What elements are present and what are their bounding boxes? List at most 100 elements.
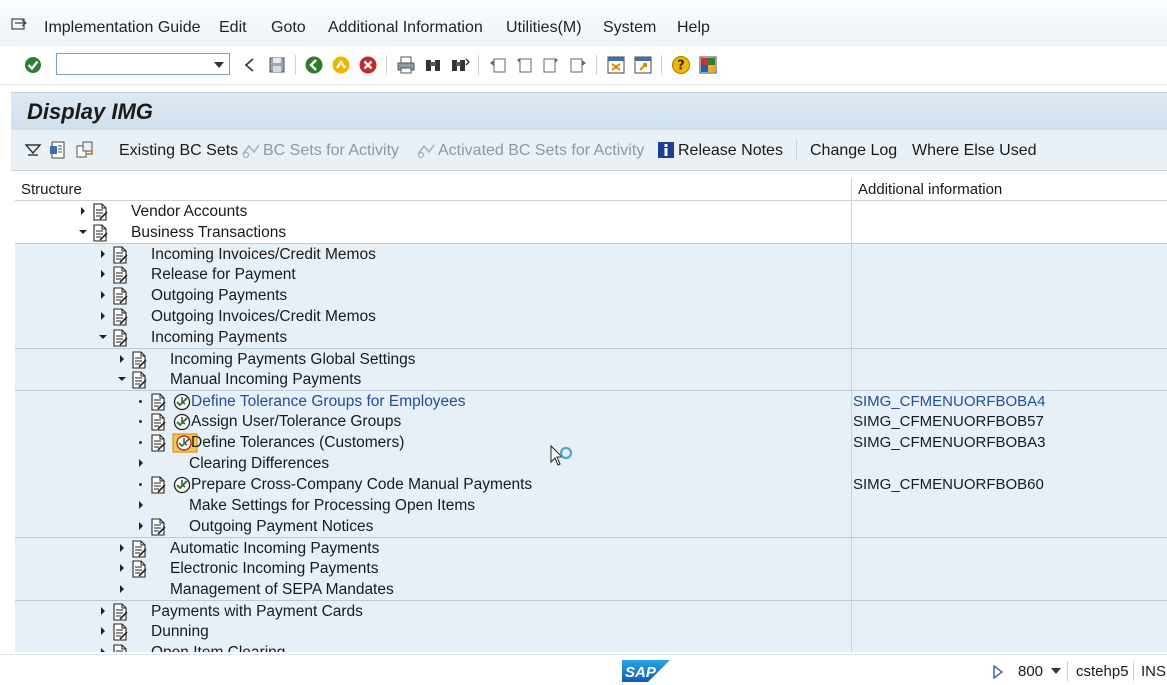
tree-row[interactable]: Dunning (15, 621, 1167, 642)
tree-row[interactable]: Assign User/Tolerance Groups SIMG_CFMENUO… (15, 411, 1167, 432)
collapse-node-icon[interactable] (79, 230, 87, 234)
previous-page-icon[interactable] (514, 55, 534, 75)
documentation-icon[interactable] (149, 413, 167, 431)
tree-node-label[interactable]: Outgoing Payments (151, 287, 287, 305)
find-next-icon[interactable] (450, 55, 470, 75)
tree-node-label[interactable]: Make Settings for Processing Open Items (189, 497, 475, 515)
menu-goto[interactable]: Goto (271, 19, 306, 37)
menu-system[interactable]: System (603, 19, 656, 37)
documentation-icon[interactable] (111, 246, 129, 264)
first-page-icon[interactable] (488, 55, 508, 75)
where-used-icon[interactable] (75, 140, 95, 160)
find-icon[interactable] (423, 55, 443, 75)
execute-activity-icon[interactable] (172, 393, 192, 411)
documentation-icon[interactable] (130, 371, 148, 389)
tree-row[interactable]: Prepare Cross-Company Code Manual Paymen… (15, 474, 1167, 495)
tree-row[interactable]: Outgoing Payments (15, 285, 1167, 306)
tree-row[interactable]: Define Tolerance Groups for Employees SIM… (15, 390, 1167, 412)
documentation-icon[interactable] (111, 644, 129, 652)
bc-sets-for-activity-button[interactable]: BC Sets for Activity (263, 142, 399, 160)
menu-implementation-guide[interactable]: Implementation Guide (44, 19, 201, 37)
documentation-icon[interactable] (49, 140, 69, 160)
menu-help[interactable]: Help (677, 19, 710, 37)
tree-node-label[interactable]: Outgoing Payment Notices (189, 518, 373, 536)
tree-node-label[interactable]: Release for Payment (151, 266, 296, 284)
tree-node-label[interactable]: Payments with Payment Cards (151, 603, 363, 621)
where-else-used-button[interactable]: Where Else Used (912, 142, 1037, 160)
status-expand-icon[interactable] (992, 665, 1004, 679)
tree-node-label[interactable]: Assign User/Tolerance Groups (191, 413, 401, 431)
last-page-icon[interactable] (568, 55, 588, 75)
tree-row[interactable]: Vendor Accounts (15, 201, 1167, 222)
documentation-icon[interactable] (111, 266, 129, 284)
tree-node-label[interactable]: Business Transactions (131, 224, 286, 242)
tree-row[interactable]: Incoming Payments (15, 327, 1167, 348)
documentation-icon[interactable] (149, 393, 167, 411)
execute-activity-icon[interactable] (172, 433, 198, 453)
chevron-down-icon[interactable] (1051, 668, 1061, 674)
documentation-icon[interactable] (111, 623, 129, 641)
expand-node-icon[interactable] (101, 627, 105, 635)
column-additional-information[interactable]: Additional information (858, 181, 1002, 198)
expand-node-icon[interactable] (101, 607, 105, 615)
documentation-icon[interactable] (149, 434, 167, 452)
help-icon[interactable]: ? (671, 55, 691, 75)
collapse-node-icon[interactable] (99, 335, 107, 339)
column-structure[interactable]: Structure (21, 181, 82, 198)
documentation-icon[interactable] (91, 224, 109, 242)
command-field[interactable] (56, 53, 230, 75)
documentation-icon[interactable] (149, 518, 167, 536)
tree-row[interactable]: Incoming Payments Global Settings (15, 348, 1167, 370)
expand-node-icon[interactable] (101, 291, 105, 299)
tree-node-label[interactable]: Incoming Invoices/Credit Memos (151, 246, 376, 264)
back-green-icon[interactable] (304, 55, 324, 75)
expand-node-icon[interactable] (101, 312, 105, 320)
back-icon[interactable] (240, 55, 260, 75)
documentation-icon[interactable] (111, 287, 129, 305)
next-page-icon[interactable] (541, 55, 561, 75)
change-log-button[interactable]: Change Log (810, 142, 897, 160)
tree-node-label[interactable]: Define Tolerance Groups for Employees (191, 393, 466, 411)
expand-node-icon[interactable] (120, 564, 124, 572)
exit-icon[interactable] (331, 55, 351, 75)
documentation-icon[interactable] (130, 560, 148, 578)
collapse-node-icon[interactable] (118, 377, 126, 381)
tree-node-label[interactable]: Outgoing Invoices/Credit Memos (151, 308, 376, 326)
execute-activity-icon[interactable] (172, 476, 192, 494)
tree-row[interactable]: Outgoing Invoices/Credit Memos (15, 306, 1167, 327)
app-menu-icon[interactable] (11, 18, 27, 32)
tree-row[interactable]: Clearing Differences (15, 453, 1167, 474)
layout-icon[interactable] (698, 55, 718, 75)
tree-row[interactable]: Automatic Incoming Payments (15, 537, 1167, 559)
tree-row[interactable]: Payments with Payment Cards (15, 600, 1167, 622)
tree-node-label[interactable]: Automatic Incoming Payments (170, 540, 379, 558)
menu-utilities[interactable]: Utilities(M) (506, 19, 582, 37)
documentation-icon[interactable] (111, 603, 129, 621)
tree-row[interactable]: Outgoing Payment Notices (15, 516, 1167, 537)
tree-row[interactable]: Management of SEPA Mandates (15, 579, 1167, 600)
tree-node-label[interactable]: Define Tolerances (Customers) (191, 434, 404, 452)
tree-node-label[interactable]: Incoming Payments (151, 329, 287, 347)
tree-row[interactable]: Open Item Clearing (15, 642, 1167, 652)
create-session-icon[interactable] (606, 55, 626, 75)
tree-node-label[interactable]: Prepare Cross-Company Code Manual Paymen… (191, 476, 532, 494)
documentation-icon[interactable] (91, 203, 109, 221)
release-notes-button[interactable]: Release Notes (678, 142, 783, 160)
print-icon[interactable] (396, 55, 416, 75)
expand-node-icon[interactable] (101, 270, 105, 278)
documentation-icon[interactable] (111, 308, 129, 326)
tree-node-label[interactable]: Dunning (151, 623, 209, 641)
tree-row[interactable]: Electronic Incoming Payments (15, 558, 1167, 579)
tree-row[interactable]: Define Tolerances (Customers) SIMG_CFMENU… (15, 432, 1167, 453)
expand-subtree-icon[interactable] (23, 140, 43, 160)
command-input[interactable] (60, 55, 214, 75)
expand-node-icon[interactable] (139, 501, 143, 509)
tree-node-label[interactable]: Management of SEPA Mandates (170, 581, 394, 599)
menu-edit[interactable]: Edit (219, 19, 247, 37)
enter-icon[interactable] (23, 55, 43, 75)
expand-node-icon[interactable] (81, 207, 85, 215)
expand-node-icon[interactable] (139, 459, 143, 467)
tree-node-label[interactable]: Clearing Differences (189, 455, 329, 473)
tree-node-label[interactable]: Vendor Accounts (131, 203, 247, 221)
expand-node-icon[interactable] (139, 522, 143, 530)
